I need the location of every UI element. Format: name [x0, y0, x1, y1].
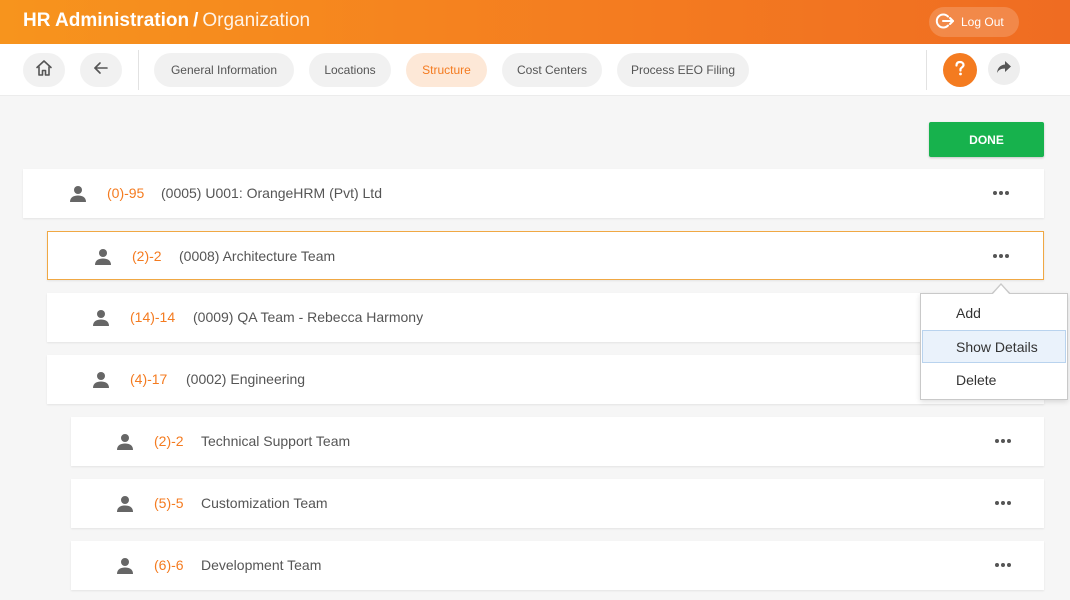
row-label: (0005) U001: OrangeHRM (Pvt) Ltd [161, 185, 382, 201]
menu-item-delete[interactable]: Delete [922, 363, 1066, 396]
toolbar: General Information Locations Structure … [0, 44, 1070, 96]
person-icon [115, 494, 135, 519]
context-menu: Add Show Details Delete [920, 293, 1068, 400]
row-label: Customization Team [201, 495, 328, 511]
menu-item-show-details[interactable]: Show Details [922, 330, 1066, 363]
more-dots-icon[interactable] [991, 493, 1015, 513]
home-button[interactable] [23, 53, 65, 87]
app-header: HR Administration / Organization Log Out [0, 0, 1070, 44]
person-icon [91, 370, 111, 395]
more-dots-icon[interactable] [989, 183, 1013, 203]
page-title: HR Administration / Organization [23, 10, 310, 32]
home-icon [34, 58, 54, 83]
logout-label: Log Out [961, 15, 1004, 29]
person-icon [115, 432, 135, 457]
tree-row[interactable]: (5)-5 Customization Team [71, 479, 1044, 528]
row-count: (0)-95 [107, 185, 145, 201]
row-count: (6)-6 [154, 557, 184, 573]
header-title-sub: Organization [202, 10, 311, 31]
tab-general-information[interactable]: General Information [154, 53, 294, 87]
row-count: (4)-17 [130, 371, 168, 387]
help-button[interactable] [943, 53, 977, 87]
tab-locations[interactable]: Locations [309, 53, 391, 87]
tree-row-selected[interactable]: (2)-2 (0008) Architecture Team [47, 231, 1044, 280]
row-label: (0002) Engineering [186, 371, 306, 387]
person-icon [91, 308, 111, 333]
row-count: (2)-2 [154, 433, 184, 449]
person-icon [115, 556, 135, 581]
menu-item-add[interactable]: Add [922, 296, 1066, 329]
question-icon [951, 59, 969, 82]
toolbar-divider-right [926, 50, 927, 90]
more-dots-icon[interactable] [991, 431, 1015, 451]
header-title-separator: / [193, 10, 199, 31]
tab-process-eeo-filing[interactable]: Process EEO Filing [617, 53, 749, 87]
tree-row[interactable]: (6)-6 Development Team [71, 541, 1044, 590]
share-button[interactable] [988, 53, 1020, 85]
tab-structure[interactable]: Structure [406, 53, 487, 87]
back-button[interactable] [80, 53, 122, 87]
logout-icon [935, 11, 961, 34]
context-menu-arrow-fill [992, 285, 1010, 295]
arrow-left-icon [92, 59, 110, 82]
share-arrow-icon [995, 58, 1013, 81]
row-label: (0008) Architecture Team [179, 248, 336, 264]
tree-row[interactable]: (14)-14 (0009) QA Team - Rebecca Harmony [47, 293, 1044, 342]
row-count: (2)-2 [132, 248, 162, 264]
done-button[interactable]: DONE [929, 122, 1044, 157]
row-label: Technical Support Team [201, 433, 351, 449]
toolbar-divider [138, 50, 139, 90]
logout-button[interactable]: Log Out [929, 7, 1019, 37]
more-dots-icon[interactable] [989, 246, 1013, 266]
row-count: (14)-14 [130, 309, 176, 325]
header-title-main: HR Administration [23, 10, 190, 31]
row-count: (5)-5 [154, 495, 184, 511]
tree-row[interactable]: (4)-17 (0002) Engineering [47, 355, 1044, 404]
tree-row[interactable]: (0)-95 (0005) U001: OrangeHRM (Pvt) Ltd [23, 169, 1044, 218]
more-dots-icon[interactable] [991, 555, 1015, 575]
row-label: Development Team [201, 557, 322, 573]
tab-cost-centers[interactable]: Cost Centers [502, 53, 602, 87]
person-icon [93, 247, 113, 272]
row-label: (0009) QA Team - Rebecca Harmony [193, 309, 424, 325]
tree-row[interactable]: (2)-2 Technical Support Team [71, 417, 1044, 466]
person-icon [68, 184, 88, 209]
